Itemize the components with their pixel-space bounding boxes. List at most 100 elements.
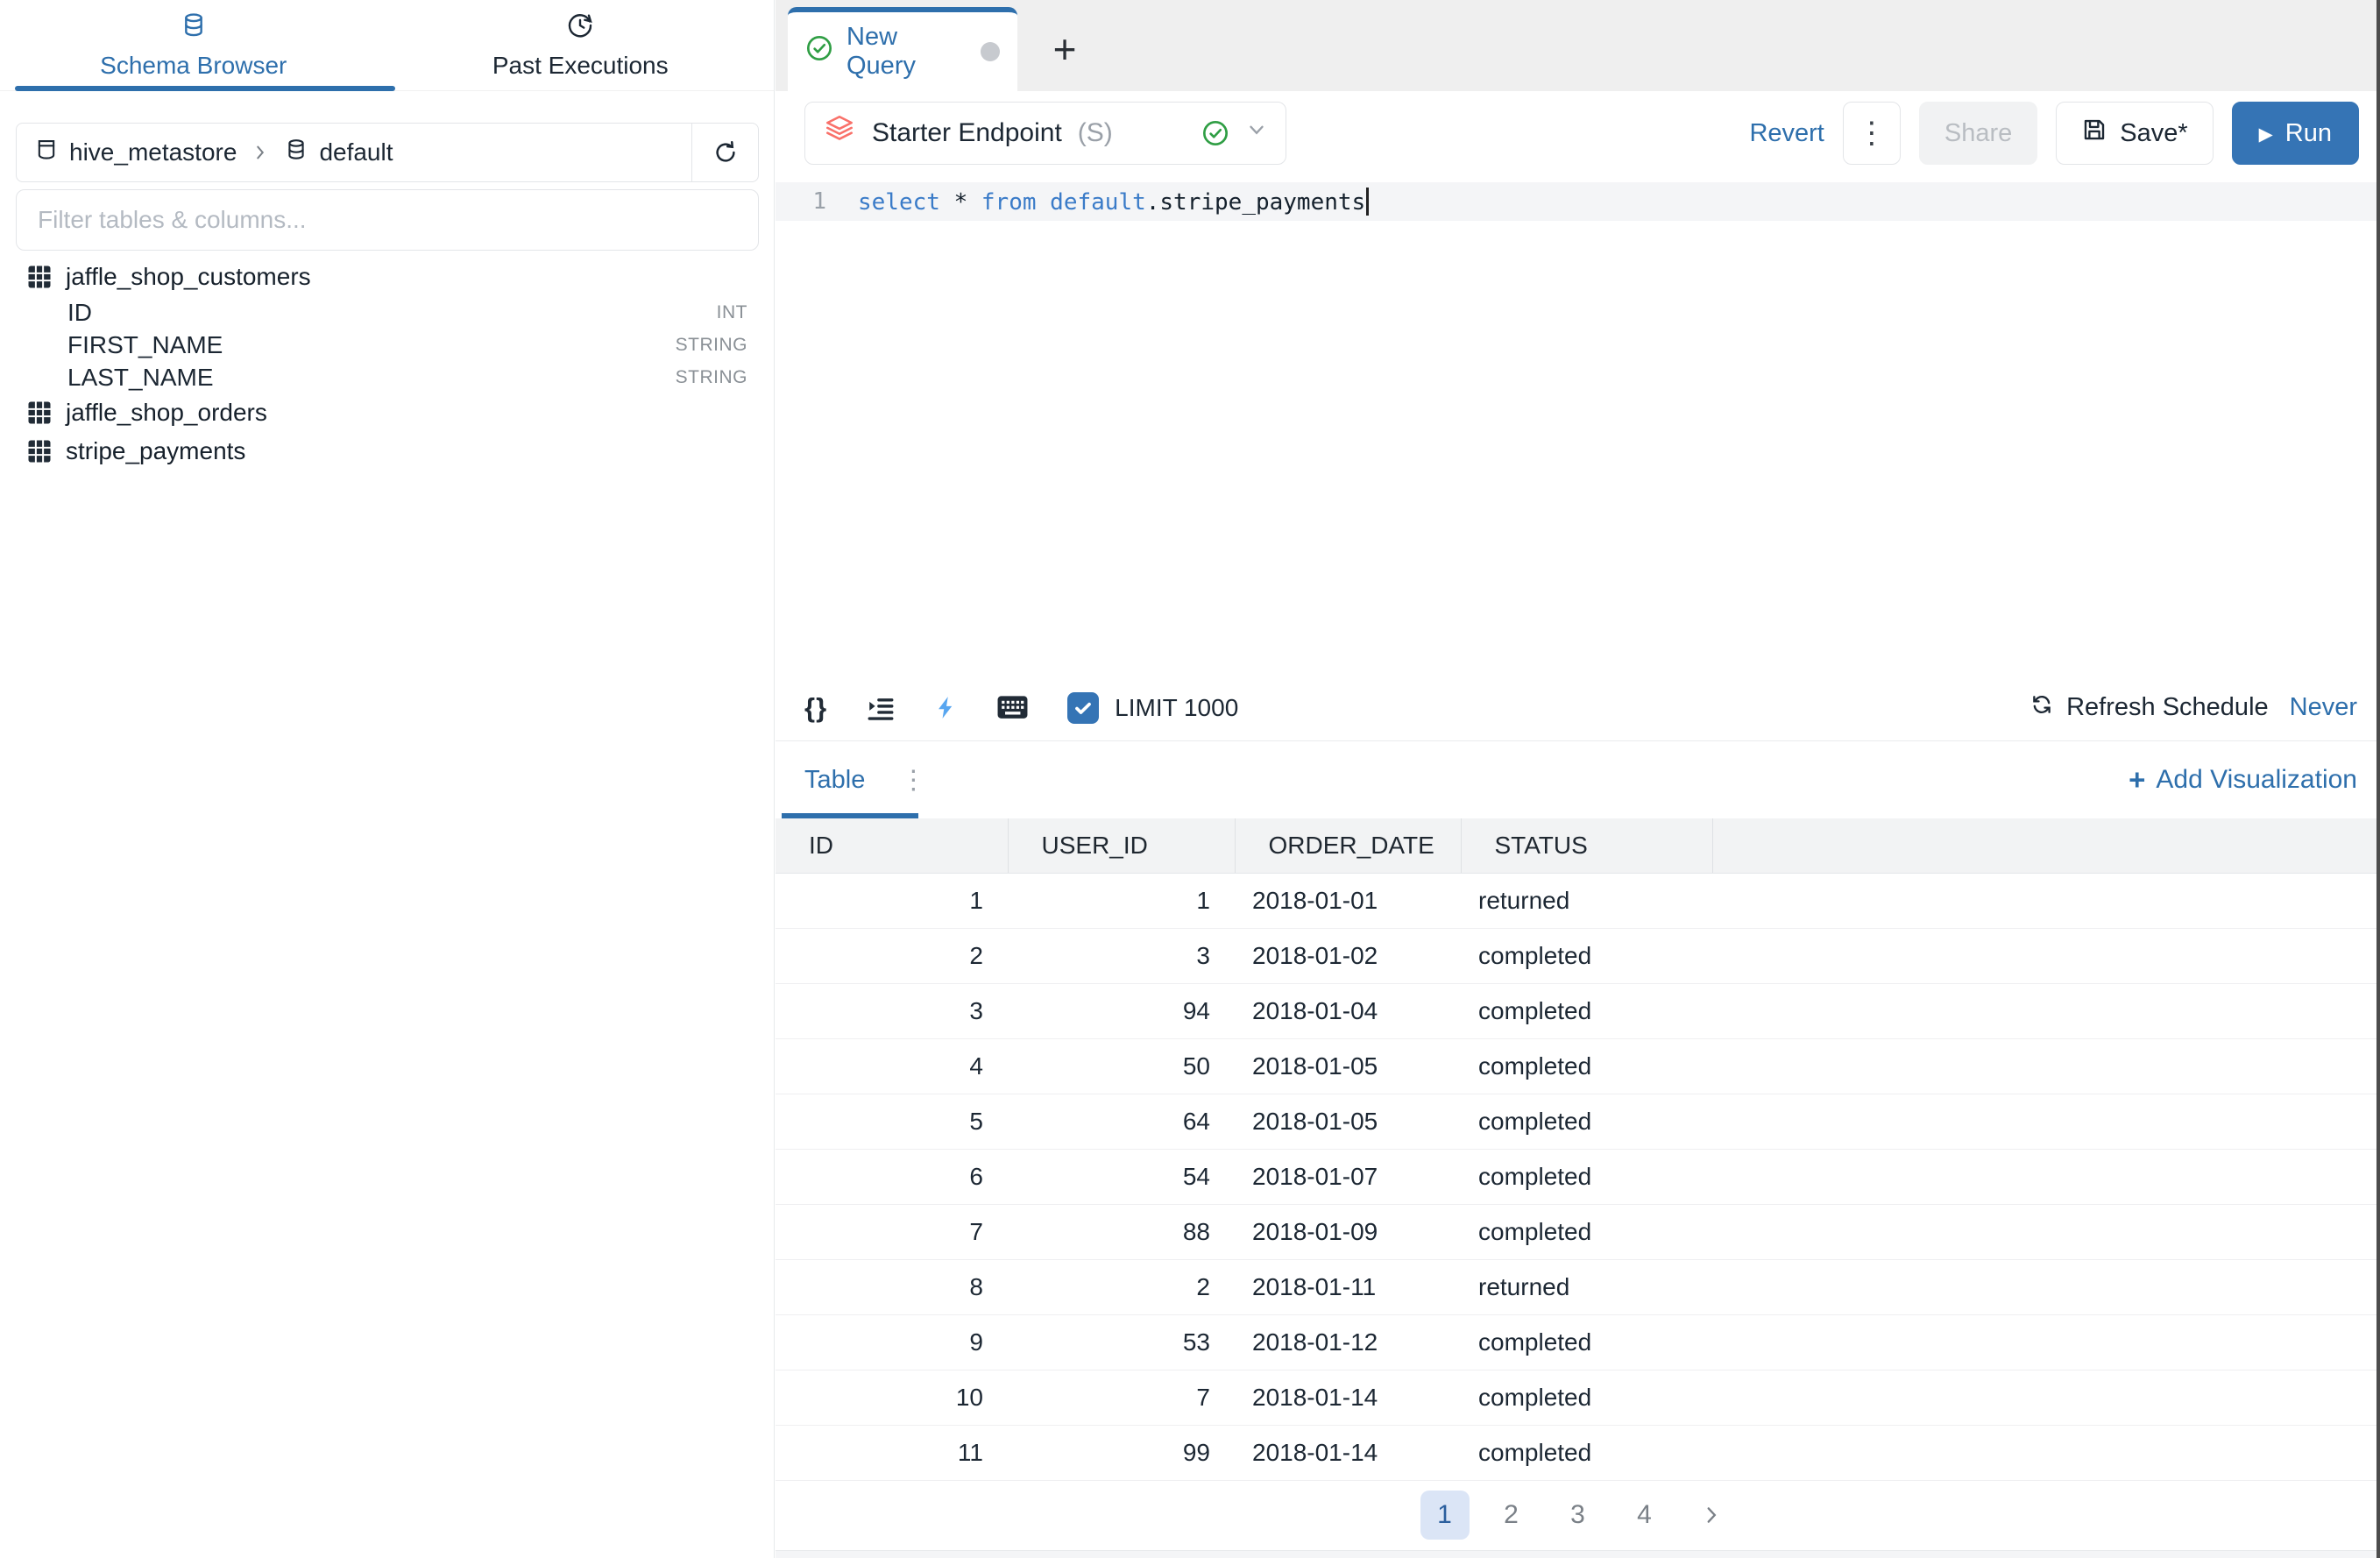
table-row: 112018-01-01returned <box>776 873 2380 928</box>
keyboard-shortcuts-icon[interactable] <box>996 694 1029 721</box>
column-header-status[interactable]: STATUS <box>1461 818 1712 873</box>
refresh-schedule-label: Refresh Schedule <box>2066 693 2269 722</box>
tab-new-query[interactable]: New Query <box>788 7 1017 91</box>
play-icon: ▶ <box>2259 124 2273 145</box>
table-header-row: IDUSER_IDORDER_DATESTATUS <box>776 818 2380 873</box>
refresh-schedule-icon <box>2029 692 2054 724</box>
more-actions-button[interactable]: ⋮ <box>1843 102 1901 165</box>
page-button-2[interactable]: 2 <box>1487 1491 1536 1540</box>
breadcrumb-schema[interactable]: default <box>284 138 393 168</box>
schema-column-item[interactable]: LAST_NAMESTRING <box>0 361 774 393</box>
code-line-1: 1 select * from default.stripe_payments <box>776 182 2380 221</box>
cell-id: 10 <box>776 1370 1008 1425</box>
lightning-bolt-icon[interactable] <box>934 693 958 722</box>
cell-order-date: 2018-01-09 <box>1235 1204 1461 1259</box>
cell-user-id: 88 <box>1008 1204 1235 1259</box>
schema-table-item[interactable]: jaffle_shop_customers <box>0 258 774 296</box>
query-tab-bar: New Query + <box>776 0 2380 91</box>
unsaved-indicator-dot <box>981 42 1000 61</box>
cell-filler <box>1712 1149 2380 1204</box>
format-braces-icon[interactable]: {} <box>804 692 827 724</box>
code-token: default <box>1050 189 1146 216</box>
filter-input[interactable] <box>16 189 759 251</box>
cell-order-date: 2018-01-11 <box>1235 1259 1461 1314</box>
chevron-down-icon <box>1245 118 1268 148</box>
cell-status: completed <box>1461 1425 1712 1480</box>
schema-table-item[interactable]: stripe_payments <box>0 432 774 471</box>
table-row: 11992018-01-14completed <box>776 1425 2380 1480</box>
page-button-4[interactable]: 4 <box>1620 1491 1669 1540</box>
cell-id: 8 <box>776 1259 1008 1314</box>
editor-toolbar: {} <box>776 675 2380 741</box>
code-token: select <box>858 189 940 216</box>
code-token: .stripe_payments <box>1146 189 1365 216</box>
visualization-kebab-icon[interactable]: ⋮ <box>900 765 926 796</box>
cell-order-date: 2018-01-01 <box>1235 873 1461 928</box>
schema-table-item[interactable]: jaffle_shop_orders <box>0 393 774 432</box>
save-button[interactable]: Save* <box>2056 102 2213 165</box>
table-row: 6542018-01-07completed <box>776 1149 2380 1204</box>
run-button[interactable]: ▶ Run <box>2232 102 2359 165</box>
cell-filler <box>1712 1314 2380 1370</box>
refresh-schedule: Refresh Schedule Never <box>2029 692 2357 724</box>
column-header-order_date[interactable]: ORDER_DATE <box>1235 818 1461 873</box>
limit-label: LIMIT 1000 <box>1115 694 1238 722</box>
cell-user-id: 99 <box>1008 1425 1235 1480</box>
code-token: * <box>954 189 968 216</box>
catalog-icon <box>34 138 59 168</box>
cell-user-id: 7 <box>1008 1370 1235 1425</box>
share-button[interactable]: Share <box>1919 102 2037 165</box>
limit-checkbox[interactable] <box>1067 692 1099 724</box>
refresh-schedule-value[interactable]: Never <box>2290 693 2357 722</box>
schema-column-item[interactable]: IDINT <box>0 296 774 329</box>
column-header-filler <box>1712 818 2380 873</box>
cell-order-date: 2018-01-14 <box>1235 1370 1461 1425</box>
table-name: jaffle_shop_customers <box>66 263 311 291</box>
tab-schema-browser-label: Schema Browser <box>100 52 287 80</box>
code-token <box>940 189 954 216</box>
endpoint-select[interactable]: Starter Endpoint (S) <box>804 102 1286 165</box>
page-button-3[interactable]: 3 <box>1554 1491 1603 1540</box>
cell-filler <box>1712 1425 2380 1480</box>
limit-toggle[interactable]: LIMIT 1000 <box>1067 692 1238 724</box>
next-page-button[interactable] <box>1687 1491 1736 1540</box>
editor-tools: {} <box>804 692 1029 724</box>
code-token <box>1037 189 1051 216</box>
column-type: INT <box>717 302 747 323</box>
text-cursor <box>1366 188 1369 216</box>
add-visualization-button[interactable]: + Add Visualization <box>2129 763 2357 797</box>
schema-tree: jaffle_shop_customers IDINTFIRST_NAMESTRI… <box>0 258 774 471</box>
tab-schema-browser[interactable]: Schema Browser <box>0 0 387 90</box>
query-actions: Revert ⋮ Share Save* <box>1749 102 2359 165</box>
cell-id: 1 <box>776 873 1008 928</box>
breadcrumb-catalog[interactable]: hive_metastore <box>34 138 237 168</box>
table-grid-icon <box>26 400 53 426</box>
new-tab-button[interactable]: + <box>1017 7 1112 91</box>
page-button-1[interactable]: 1 <box>1420 1491 1470 1540</box>
results-table: IDUSER_IDORDER_DATESTATUS 112018-01-01re… <box>776 818 2380 1481</box>
table-row: 822018-01-11returned <box>776 1259 2380 1314</box>
column-type: STRING <box>676 367 747 388</box>
column-header-user_id[interactable]: USER_ID <box>1008 818 1235 873</box>
cell-id: 6 <box>776 1149 1008 1204</box>
auto-indent-icon[interactable] <box>866 693 896 723</box>
refresh-schema-button[interactable] <box>691 124 758 181</box>
table-row: 232018-01-02completed <box>776 928 2380 983</box>
cell-status: completed <box>1461 1314 1712 1370</box>
sidebar-tabs: Schema Browser Past Executions <box>0 0 774 91</box>
schema-column-item[interactable]: FIRST_NAMESTRING <box>0 329 774 361</box>
table-row: 5642018-01-05completed <box>776 1094 2380 1149</box>
column-header-id[interactable]: ID <box>776 818 1008 873</box>
cell-status: completed <box>1461 1038 1712 1094</box>
line-number: 1 <box>776 188 826 215</box>
tab-table-visualization[interactable]: Table <box>804 766 865 795</box>
sql-editor[interactable]: 1 select * from default.stripe_payments <box>776 175 2380 675</box>
query-success-check-icon <box>805 34 833 69</box>
revert-button[interactable]: Revert <box>1749 119 1824 148</box>
cell-status: completed <box>1461 1149 1712 1204</box>
results-header: Table ⋮ + Add Visualization <box>776 741 2380 818</box>
active-tab-underline <box>15 86 395 91</box>
cell-user-id: 1 <box>1008 873 1235 928</box>
tab-past-executions[interactable]: Past Executions <box>387 0 775 90</box>
cell-order-date: 2018-01-14 <box>1235 1425 1461 1480</box>
